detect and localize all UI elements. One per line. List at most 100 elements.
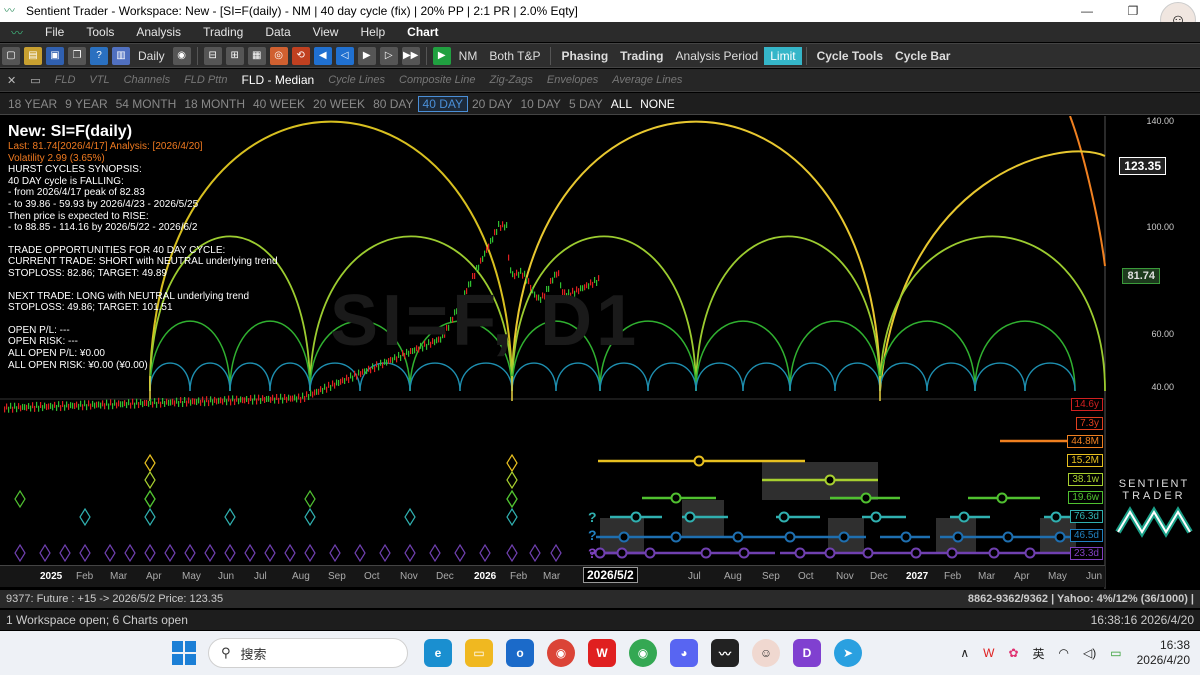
range-none[interactable]: NONE bbox=[636, 97, 679, 111]
play-icon[interactable]: ▶ bbox=[357, 46, 376, 65]
new-icon[interactable]: ▢ bbox=[2, 46, 20, 65]
windows-start-icon[interactable] bbox=[172, 641, 196, 665]
rewind-icon[interactable]: ◀ bbox=[313, 46, 332, 65]
range-18-year[interactable]: 18 YEAR bbox=[4, 97, 61, 111]
d-app-icon[interactable]: D bbox=[793, 639, 821, 667]
telegram-icon[interactable]: ➤ bbox=[834, 639, 862, 667]
volume-icon[interactable]: ◁) bbox=[1083, 646, 1096, 660]
composite-line-dropdown[interactable]: Composite Line bbox=[392, 74, 482, 86]
battery-icon[interactable]: ▭ bbox=[1110, 646, 1121, 660]
date-tick-label: 2026 bbox=[474, 571, 497, 582]
menu-view[interactable]: View bbox=[302, 25, 350, 39]
database-icon[interactable]: ◉ bbox=[172, 46, 191, 65]
range-9-year[interactable]: 9 YEAR bbox=[61, 97, 111, 111]
menu-chart[interactable]: Chart bbox=[396, 25, 449, 39]
price-candle bbox=[336, 379, 338, 386]
range-all[interactable]: ALL bbox=[607, 97, 636, 111]
range-20-day[interactable]: 20 DAY bbox=[468, 97, 516, 111]
nm-button[interactable]: NM bbox=[453, 49, 484, 63]
cycle-tools-dropdown[interactable]: Cycle Tools bbox=[811, 49, 889, 63]
taskbar-search-input[interactable]: ⚲ 搜索 bbox=[208, 638, 408, 668]
menu-analysis[interactable]: Analysis bbox=[125, 25, 192, 39]
date-tick-label: Aug bbox=[292, 571, 310, 582]
grid-icon[interactable]: ▦ bbox=[247, 46, 266, 65]
price-candle bbox=[338, 380, 340, 387]
app-menu-icon[interactable]: 〰 bbox=[0, 24, 34, 41]
flower-tray-icon[interactable]: ✿ bbox=[1008, 646, 1018, 660]
discord-icon[interactable]: ◕ bbox=[670, 639, 698, 667]
record-icon[interactable]: ◎ bbox=[269, 46, 288, 65]
wps-icon[interactable]: W bbox=[588, 639, 616, 667]
wifi-icon[interactable]: ◠ bbox=[1059, 646, 1069, 660]
step-forward-icon[interactable]: ▷ bbox=[379, 46, 398, 65]
chevron-up-icon[interactable]: ∧ bbox=[960, 646, 969, 660]
range-5-day[interactable]: 5 DAY bbox=[565, 97, 607, 111]
range-54-month[interactable]: 54 MONTH bbox=[112, 97, 181, 111]
crosshair-icon[interactable]: ✕ bbox=[0, 74, 23, 87]
range-18-month[interactable]: 18 MONTH bbox=[180, 97, 249, 111]
menu-data[interactable]: Data bbox=[254, 25, 301, 39]
chrome-icon[interactable]: ◉ bbox=[547, 639, 575, 667]
timeframe-dropdown[interactable]: Daily bbox=[132, 49, 171, 63]
price-candle bbox=[516, 269, 518, 276]
price-candle bbox=[120, 401, 122, 408]
synopsis-line: - to 39.86 - 59.93 by 2026/4/23 - 2026/5… bbox=[8, 198, 199, 210]
average-lines-dropdown[interactable]: Average Lines bbox=[605, 74, 689, 86]
cycle-lines-dropdown[interactable]: Cycle Lines bbox=[321, 74, 392, 86]
trading-dropdown[interactable]: Trading bbox=[614, 49, 669, 63]
range-20-week[interactable]: 20 WEEK bbox=[309, 97, 369, 111]
edge-icon[interactable]: e bbox=[424, 639, 452, 667]
menu-help[interactable]: Help bbox=[349, 25, 396, 39]
cycle-bar-dropdown[interactable]: Cycle Bar bbox=[889, 49, 956, 63]
save-icon[interactable]: ▣ bbox=[46, 46, 64, 65]
ime-indicator[interactable]: 英 bbox=[1033, 645, 1045, 662]
taskbar-clock[interactable]: 16:38 2026/4/20 bbox=[1137, 638, 1190, 668]
phasing-dropdown[interactable]: Phasing bbox=[555, 49, 614, 63]
menu-tools[interactable]: Tools bbox=[75, 25, 125, 39]
file-explorer-icon[interactable]: ▭ bbox=[465, 639, 493, 667]
envelopes-dropdown[interactable]: Envelopes bbox=[540, 74, 605, 86]
go-icon[interactable]: ▶ bbox=[432, 46, 451, 65]
zig-zags-dropdown[interactable]: Zig-Zags bbox=[482, 74, 539, 86]
range-40-day[interactable]: 40 DAY bbox=[417, 95, 468, 112]
user-app-icon[interactable]: ☺ bbox=[752, 639, 780, 667]
chrome-profile-icon[interactable]: ◉ bbox=[629, 639, 657, 667]
analysis-period-button[interactable]: Analysis Period bbox=[670, 49, 765, 63]
zoom-out-icon[interactable]: ⊟ bbox=[203, 46, 222, 65]
range-80-day[interactable]: 80 DAY bbox=[369, 97, 417, 111]
help-icon[interactable]: ? bbox=[90, 46, 108, 65]
limit-button[interactable]: Limit bbox=[764, 46, 802, 65]
fld-dropdown[interactable]: FLD bbox=[48, 74, 83, 86]
restore-button[interactable]: ❐ bbox=[1110, 4, 1156, 18]
wps-tray-icon[interactable]: W bbox=[983, 646, 994, 660]
range-40-week[interactable]: 40 WEEK bbox=[249, 97, 309, 111]
copy-icon[interactable]: ❐ bbox=[68, 46, 86, 65]
vtl-dropdown[interactable]: VTL bbox=[82, 74, 116, 86]
chart-type-icon[interactable]: ▥ bbox=[112, 46, 130, 65]
range-10-day[interactable]: 10 DAY bbox=[516, 97, 564, 111]
price-candle bbox=[358, 369, 360, 376]
both-tp-dropdown[interactable]: Both T&P bbox=[483, 49, 546, 63]
step-back-icon[interactable]: ◁ bbox=[335, 46, 354, 65]
layout-icon[interactable]: ▭ bbox=[23, 74, 47, 87]
price-candle bbox=[34, 405, 36, 412]
channels-dropdown[interactable]: Channels bbox=[117, 74, 177, 86]
window-title: Sentient Trader - Workspace: New - [SI=F… bbox=[26, 4, 578, 18]
fld-median-dropdown[interactable]: FLD - Median bbox=[234, 73, 321, 87]
zoom-fit-icon[interactable]: ⊞ bbox=[225, 46, 244, 65]
status-cursor-info: 9377: Future : +15 -> 2026/5/2 Price: 12… bbox=[6, 593, 224, 605]
price-candle bbox=[206, 396, 208, 403]
open-folder-icon[interactable]: ▤ bbox=[24, 46, 42, 65]
outlook-icon[interactable]: o bbox=[506, 639, 534, 667]
reset-icon[interactable]: ⟲ bbox=[291, 46, 310, 65]
fld-pttn-dropdown[interactable]: FLD Pttn bbox=[177, 74, 234, 86]
fast-forward-icon[interactable]: ▶▶ bbox=[401, 46, 420, 65]
sentient-trader-taskbar-icon[interactable]: 〰 bbox=[711, 639, 739, 667]
cycle-projection-point bbox=[616, 547, 628, 559]
minimize-button[interactable]: — bbox=[1064, 4, 1110, 18]
price-candle bbox=[306, 391, 308, 398]
price-candle bbox=[374, 366, 376, 373]
menu-trading[interactable]: Trading bbox=[192, 25, 254, 39]
price-candle bbox=[228, 395, 230, 402]
menu-file[interactable]: File bbox=[34, 25, 75, 39]
